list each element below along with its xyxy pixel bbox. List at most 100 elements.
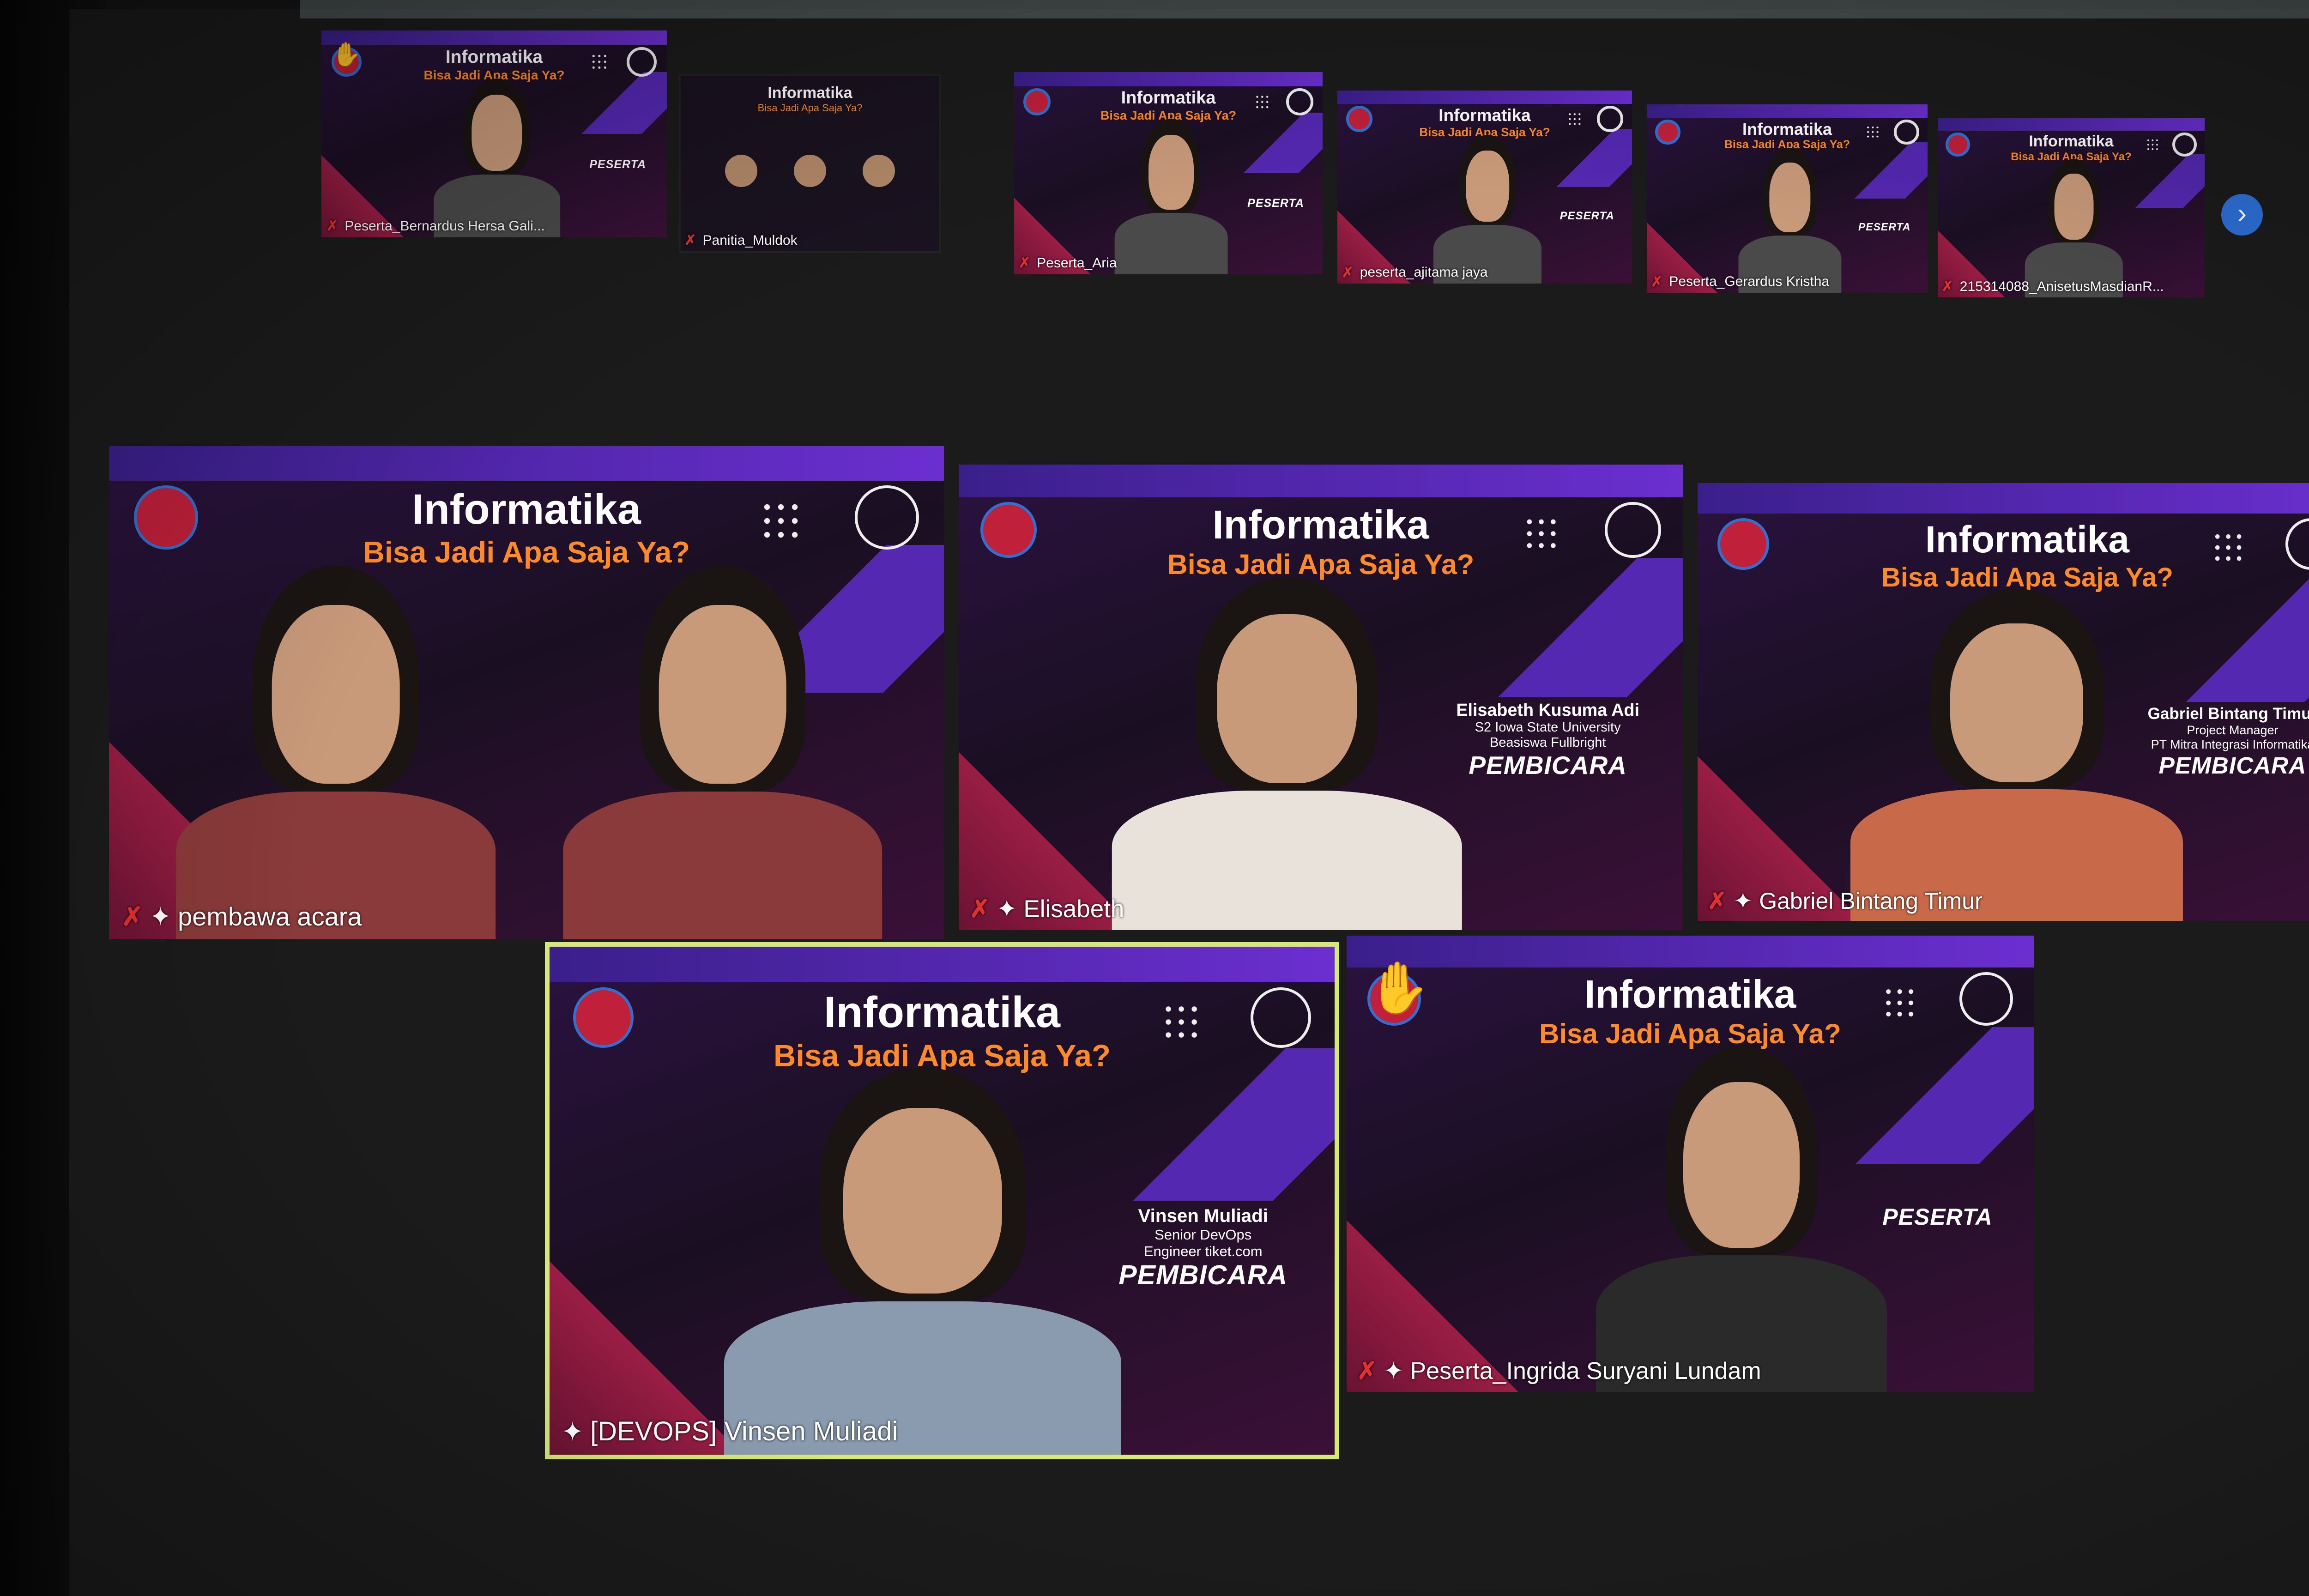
mic-muted-icon: ✗	[1357, 1358, 1377, 1385]
speaker-name: Vinsen Muliadi	[1138, 1205, 1268, 1226]
slide-subtitle: Bisa Jadi Apa Saja Ya?	[757, 102, 863, 114]
participant-name: Elisabeth	[1023, 895, 1124, 923]
participant-video	[1738, 141, 1842, 293]
mic-muted-icon: ✗	[1342, 265, 1354, 280]
virtual-bg-title: Informatika	[1439, 106, 1531, 125]
role-caption: PESERTA	[1858, 221, 1911, 233]
virtual-bg-title: Informatika	[1212, 502, 1429, 547]
virtual-bg-title: Informatika	[445, 47, 543, 67]
participant-video	[1112, 562, 1463, 930]
participant-name: [DEVOPS] Vinsen Muliadi	[590, 1416, 898, 1446]
participant-video	[434, 72, 560, 237]
raised-hand-icon: ✋	[332, 41, 361, 68]
mic-muted-icon: ✗	[1019, 255, 1031, 271]
virtual-bg-title: Informatika	[2029, 133, 2114, 151]
video-tile[interactable]: Informatika Bisa Jadi Apa Saja Ya? Vinsen …	[545, 942, 1339, 1459]
background-band	[321, 30, 667, 45]
slide-speaker-photos	[707, 155, 913, 216]
video-tile[interactable]: Informatika Bisa Jadi Apa Saja Ya? PESERTA…	[319, 28, 670, 240]
person-body	[562, 791, 882, 939]
person-face	[272, 605, 400, 784]
speaker-photo	[863, 155, 895, 187]
speaker-affiliation: Engineer tiket.com	[1143, 1243, 1263, 1259]
next-page-button[interactable]: ›	[2221, 194, 2263, 236]
participant-name-bar: ✗ ✦ Gabriel Bintang Timur	[1707, 888, 1982, 914]
speaker-caption: Gabriel Bintang Timur Project Manager PT M…	[2148, 705, 2309, 779]
participant-name-bar: ✗ ✦ Peserta_Ingrida Suryani Lundam	[1357, 1357, 1761, 1385]
speaker-photo	[793, 155, 826, 187]
role-label: PEMBICARA	[2158, 752, 2307, 779]
slide-title: Informatika	[768, 84, 852, 102]
background-band	[550, 947, 1335, 982]
speaker-affiliation: Senior DevOps	[1154, 1227, 1252, 1243]
pin-icon: ✦	[561, 1416, 584, 1447]
background-band	[959, 465, 1683, 497]
role-caption: PESERTA	[1247, 197, 1304, 210]
speaker-affiliation: Beasiswa Fullbright	[1489, 735, 1606, 750]
mic-muted-icon: ✗	[1651, 274, 1663, 290]
participant-name: pembawa acara	[177, 902, 362, 931]
participant-video	[562, 550, 882, 939]
participant-video	[2025, 153, 2123, 297]
virtual-bg-title: Informatika	[412, 486, 641, 533]
person-face	[1683, 1082, 1800, 1248]
mic-muted-icon: ✗	[969, 895, 990, 923]
participant-name-bar: ✗ peserta_ajitama jaya	[1342, 265, 1488, 281]
role-label: PEMBICARA	[1469, 751, 1627, 780]
video-tile[interactable]: Informatika Bisa Jadi Apa Saja Ya? PESERTA…	[1011, 69, 1325, 277]
video-tile[interactable]: Informatika Bisa Jadi Apa Saja Ya? ✗ 215314…	[1935, 115, 2207, 300]
video-tile[interactable]: Informatika Bisa Jadi Apa Saja Ya? Elisabe…	[956, 462, 1686, 933]
mic-muted-icon: ✗	[684, 233, 696, 248]
participant-name: Panitia_Muldok	[702, 232, 798, 248]
role-label: PESERTA	[1858, 221, 1911, 233]
person-face	[471, 95, 522, 171]
chevron-right-icon: ›	[2237, 198, 2247, 229]
background-band	[1647, 104, 1928, 118]
background-band	[1938, 118, 2205, 131]
participant-name: Peserta_Ingrida Suryani Lundam	[1410, 1358, 1761, 1385]
virtual-bg-title: Informatika	[1584, 973, 1796, 1017]
role-label: PESERTA	[1882, 1204, 1993, 1230]
virtual-bg-title: Informatika	[1742, 119, 1832, 139]
participant-name: 215314088_AnisetusMasdianR...	[1959, 278, 2164, 294]
person-face	[1769, 163, 1811, 232]
raised-hand-icon: ✋	[1367, 960, 1431, 1017]
speaker-affiliation: PT Mitra Integrasi Informatika	[2151, 738, 2309, 751]
pin-icon: ✦	[150, 901, 171, 931]
participant-name: Gabriel Bintang Timur	[1759, 888, 1983, 914]
participant-name-bar: ✗ Peserta_Aria	[1019, 255, 1117, 271]
speaker-caption: Elisabeth Kusuma Adi S2 Iowa State Univer…	[1456, 700, 1639, 780]
participant-video	[1433, 129, 1541, 284]
role-caption: PESERTA	[1882, 1203, 1993, 1230]
video-tile[interactable]: Informatika Bisa Jadi Apa Saja Ya? PESERTA…	[1644, 102, 1930, 296]
person-body	[1112, 790, 1463, 930]
speaker-photo	[725, 155, 757, 187]
mic-muted-icon: ✗	[326, 218, 338, 234]
background-band	[1347, 936, 2034, 968]
participant-name-bar: ✗ ✦ pembawa acara	[121, 901, 362, 932]
role-caption: PESERTA	[589, 158, 646, 171]
speaker-name: Gabriel Bintang Timur	[2147, 705, 2309, 723]
speaker-name: Elisabeth Kusuma Adi	[1456, 700, 1639, 719]
participant-video	[176, 550, 496, 939]
background-band	[1698, 483, 2309, 514]
video-tile[interactable]: Informatika Bisa Jadi Apa Saja Ya? Gabriel…	[1695, 480, 2309, 924]
video-tile[interactable]: Informatika Bisa Jadi Apa Saja Ya? ✗ ✦ pemba…	[106, 443, 947, 942]
video-tile[interactable]: Informatika Bisa Jadi Apa Saja Ya? PESERTA…	[1344, 933, 2037, 1395]
pin-icon: ✦	[1733, 888, 1753, 914]
role-caption: PESERTA	[1560, 210, 1614, 223]
participant-name: Peserta_Bernardus Hersa Gali...	[345, 218, 545, 234]
video-tile[interactable]: Informatika Bisa Jadi Apa Saja Ya? ✗ Paniti…	[679, 74, 941, 253]
speaker-affiliation: Project Manager	[2187, 723, 2279, 737]
video-tile[interactable]: Informatika Bisa Jadi Apa Saja Ya? PESERTA…	[1335, 88, 1635, 286]
person-face	[2054, 173, 2094, 240]
person-face	[843, 1107, 1003, 1294]
background-band	[109, 446, 944, 481]
mic-muted-icon: ✗	[121, 901, 144, 931]
participant-name-bar: ✗ Panitia_Muldok	[684, 232, 797, 248]
person-face	[659, 605, 786, 784]
participant-name: Peserta_Gerardus Kristha	[1669, 274, 1830, 290]
person-face	[1466, 150, 1509, 222]
monitor-edge	[300, 0, 2309, 18]
virtual-bg-title: Informatika	[1121, 88, 1216, 108]
